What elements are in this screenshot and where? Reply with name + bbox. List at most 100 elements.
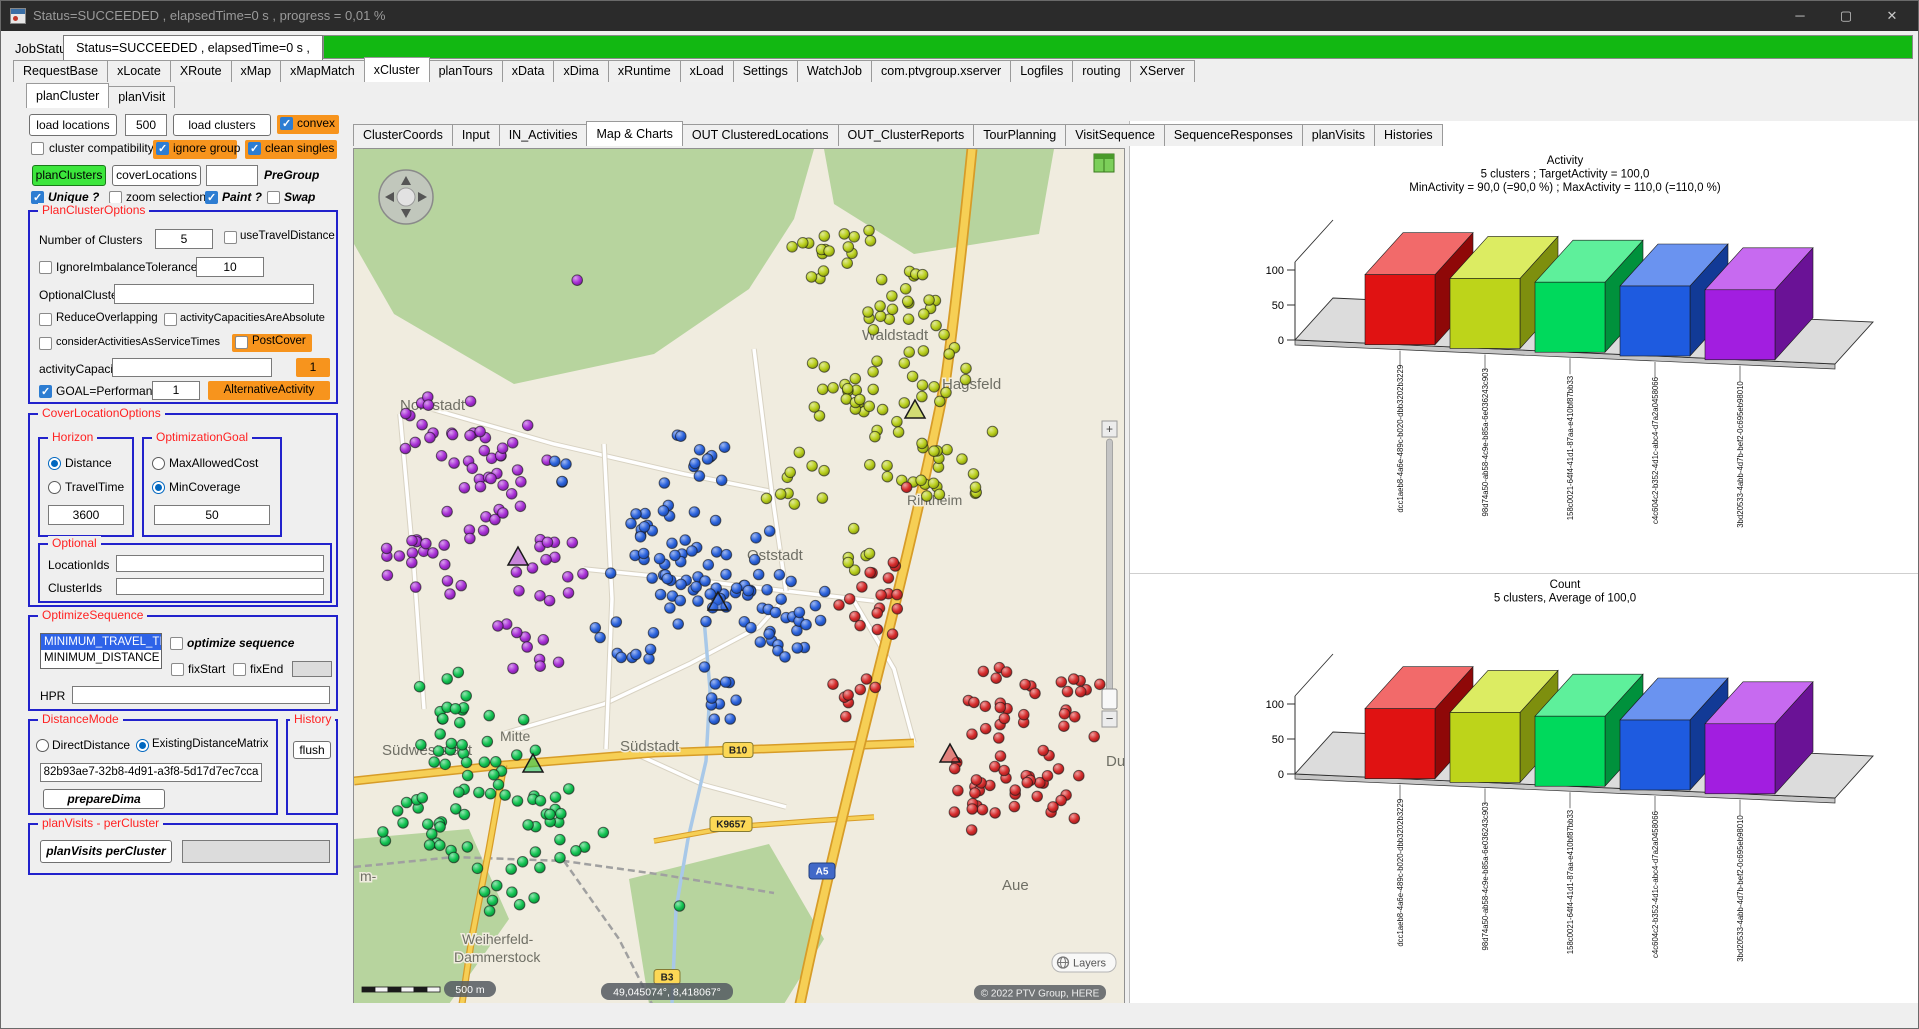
location-dot[interactable] <box>899 358 910 369</box>
ignore-group-box[interactable] <box>156 142 169 155</box>
pregroup-input[interactable] <box>206 165 258 186</box>
location-dot[interactable] <box>1074 770 1085 781</box>
location-dot[interactable] <box>762 585 773 596</box>
location-dot[interactable] <box>980 701 991 712</box>
location-dot[interactable] <box>780 652 791 663</box>
location-dot[interactable] <box>440 559 451 570</box>
location-dot[interactable] <box>687 546 698 557</box>
location-dot[interactable] <box>864 548 875 559</box>
location-dot[interactable] <box>917 380 928 391</box>
location-dot[interactable] <box>1038 745 1049 756</box>
location-dot[interactable] <box>876 590 887 601</box>
location-dot[interactable] <box>1048 802 1059 813</box>
ignore-imbalance-input[interactable]: 10 <box>196 257 264 277</box>
location-dot[interactable] <box>445 589 456 600</box>
location-dot[interactable] <box>556 808 567 819</box>
location-dot[interactable] <box>673 619 684 630</box>
location-dot[interactable] <box>990 808 1001 819</box>
location-dot[interactable] <box>1020 679 1031 690</box>
location-dot[interactable] <box>530 847 541 858</box>
location-dot[interactable] <box>1009 801 1020 812</box>
location-dot[interactable] <box>423 400 434 411</box>
ignore-group-checkbox[interactable]: ignore group <box>153 140 237 159</box>
map-panel[interactable]: NordstadtWaldstadtHagsfeldRintheimOststa… <box>353 148 1125 1005</box>
location-dot[interactable] <box>459 809 470 820</box>
location-dot[interactable] <box>550 456 561 467</box>
location-dot[interactable] <box>864 401 875 412</box>
location-dot[interactable] <box>555 834 566 845</box>
location-dot[interactable] <box>665 603 676 614</box>
location-dot[interactable] <box>647 573 658 584</box>
location-dot[interactable] <box>861 674 872 685</box>
location-dot[interactable] <box>968 469 979 480</box>
location-dot[interactable] <box>931 320 942 331</box>
location-dot[interactable] <box>875 311 886 322</box>
location-dot[interactable] <box>731 695 742 706</box>
location-dot[interactable] <box>378 827 389 838</box>
location-dot[interactable] <box>863 307 874 318</box>
location-dot[interactable] <box>841 711 852 722</box>
layers-button[interactable]: Layers <box>1052 953 1116 972</box>
location-dot[interactable] <box>870 431 881 442</box>
travel-time-radio[interactable] <box>48 481 61 494</box>
location-dot[interactable] <box>498 480 509 491</box>
location-dot[interactable] <box>753 569 764 580</box>
location-dot[interactable] <box>507 438 518 449</box>
location-dot[interactable] <box>638 548 649 559</box>
location-dot[interactable] <box>809 402 820 413</box>
location-dot[interactable] <box>506 489 517 500</box>
location-dot[interactable] <box>855 684 866 695</box>
location-dot[interactable] <box>850 373 861 384</box>
location-dot[interactable] <box>550 792 561 803</box>
location-dot[interactable] <box>928 478 939 489</box>
location-dot[interactable] <box>970 482 981 493</box>
location-dot[interactable] <box>427 829 438 840</box>
location-dot[interactable] <box>449 852 460 863</box>
location-dot[interactable] <box>400 443 411 454</box>
location-dot[interactable] <box>865 567 876 578</box>
location-dot[interactable] <box>761 493 772 504</box>
paint-checkbox[interactable] <box>205 191 218 204</box>
location-dot[interactable] <box>655 589 666 600</box>
location-dot[interactable] <box>563 572 574 583</box>
consider-activities-checkbox[interactable] <box>39 337 52 350</box>
location-dot[interactable] <box>893 427 904 438</box>
location-dot[interactable] <box>522 420 533 431</box>
location-dot[interactable] <box>961 363 972 374</box>
location-dot[interactable] <box>424 840 435 851</box>
location-dot[interactable] <box>611 617 622 628</box>
location-dot[interactable] <box>401 797 412 808</box>
alternative-activity-button[interactable]: AlternativeActivity <box>208 381 330 400</box>
location-dot[interactable] <box>794 447 805 458</box>
location-dot[interactable] <box>807 461 818 472</box>
location-dot[interactable] <box>572 275 583 286</box>
sequence-option[interactable]: MINIMUM_DISTANCE <box>41 650 161 666</box>
location-dot[interactable] <box>966 825 977 836</box>
location-dot[interactable] <box>942 444 953 455</box>
location-dot[interactable] <box>916 475 927 486</box>
location-dot[interactable] <box>907 371 918 382</box>
location-dot[interactable] <box>535 862 546 873</box>
location-dot[interactable] <box>855 394 866 405</box>
location-dot[interactable] <box>465 396 476 407</box>
location-dot[interactable] <box>699 662 710 673</box>
location-dot[interactable] <box>1095 679 1106 690</box>
location-dot[interactable] <box>514 586 525 597</box>
location-dot[interactable] <box>631 649 642 660</box>
distance-matrix-id-input[interactable]: 82b93ae7-32b8-4d91-a3f8-5d17d7ec7cca <box>40 763 262 782</box>
location-dot[interactable] <box>882 471 893 482</box>
location-dot[interactable] <box>429 757 440 768</box>
maptab-histories[interactable]: Histories <box>1374 124 1443 146</box>
location-dot[interactable] <box>442 576 453 587</box>
tab-plantours[interactable]: planTours <box>429 60 503 82</box>
convex-checkbox-box[interactable] <box>280 117 293 130</box>
location-dot[interactable] <box>462 770 473 781</box>
location-dot[interactable] <box>839 229 850 240</box>
tab-requestbase[interactable]: RequestBase <box>13 60 108 82</box>
swap-checkbox[interactable] <box>267 191 280 204</box>
hpr-input[interactable] <box>72 686 330 704</box>
subtab-planvisit[interactable]: planVisit <box>108 86 175 108</box>
location-dot[interactable] <box>435 840 446 851</box>
location-dot[interactable] <box>449 458 460 469</box>
location-dot[interactable] <box>690 458 701 469</box>
